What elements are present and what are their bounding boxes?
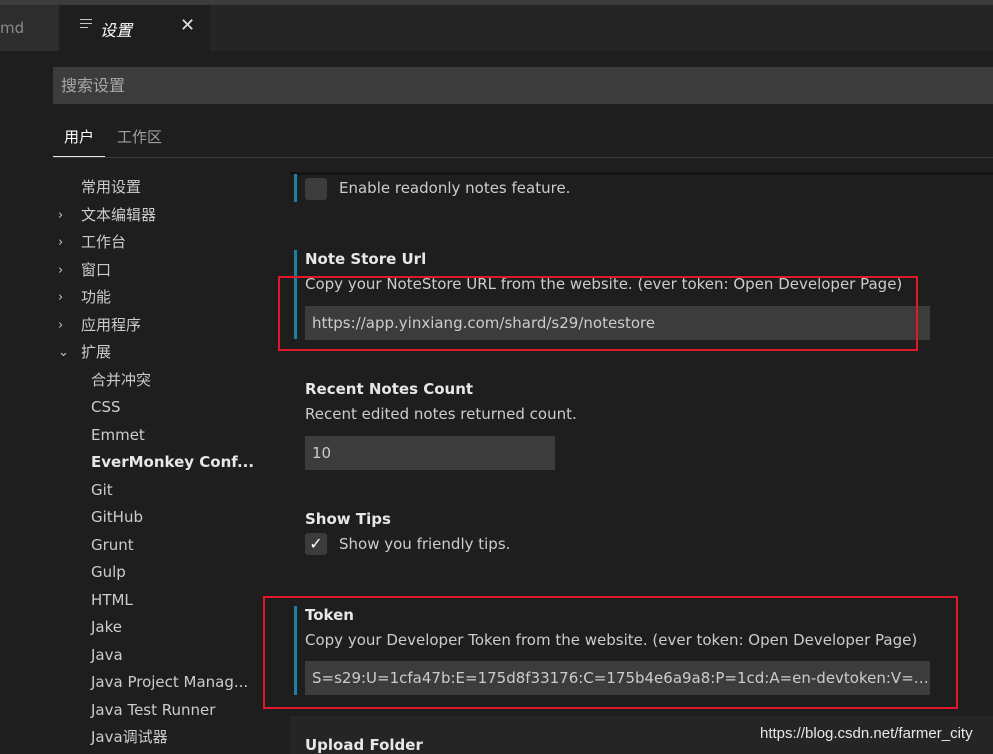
watermark: https://blog.csdn.net/farmer_city: [760, 725, 973, 742]
toc-item-html[interactable]: HTML: [58, 587, 258, 615]
chevron-right-icon: ›: [58, 207, 64, 223]
toc-item-java[interactable]: Java: [58, 642, 258, 670]
toc-item-features[interactable]: › 功能: [58, 284, 258, 312]
recent-notes-count-title: Recent Notes Count: [305, 380, 474, 398]
toc-item-grunt[interactable]: Grunt: [58, 532, 258, 560]
chevron-down-icon: ⌄: [58, 345, 69, 360]
note-store-url-title: Note Store Url: [305, 250, 427, 268]
chevron-right-icon: ›: [58, 235, 64, 250]
tab-previous-file[interactable]: md: [0, 5, 58, 51]
toc-item-application[interactable]: › 应用程序: [58, 312, 258, 340]
toc-item-java-debugger[interactable]: Java调试器: [58, 724, 258, 752]
toc-item-java-test-runner[interactable]: Java Test Runner: [58, 697, 258, 725]
toc-item-emmet[interactable]: Emmet: [58, 422, 258, 450]
toc-label: 文本编辑器: [81, 205, 157, 224]
toc-label: 窗口: [81, 260, 112, 279]
toc-item-merge-conflict[interactable]: 合并冲突: [58, 367, 258, 395]
toc-item-window[interactable]: › 窗口: [58, 257, 258, 285]
toc-label: 工作台: [81, 233, 127, 251]
upload-folder-title: Upload Folder: [305, 736, 423, 754]
toc-item-evermonkey[interactable]: EverMonkey Conf...: [58, 449, 258, 477]
tab-workspace-scope[interactable]: 工作区: [117, 118, 162, 156]
tab-settings[interactable]: 设置 ✕: [60, 5, 210, 51]
toc-item-common[interactable]: 常用设置: [58, 174, 258, 202]
recent-notes-count-input[interactable]: 10: [305, 436, 555, 470]
toc-item-extensions[interactable]: ⌄ 扩展: [58, 339, 258, 367]
readonly-notes-label: Enable readonly notes feature.: [339, 179, 571, 197]
toc-item-workbench[interactable]: › 工作台: [58, 229, 258, 257]
search-settings-input[interactable]: [53, 67, 993, 104]
tab-settings-label: 设置: [100, 21, 133, 40]
settings-toc: 常用设置 › 文本编辑器 › 工作台 › 窗口 › 功能 › 应用程序 ⌄ 扩展 合并冲突 …: [58, 174, 258, 752]
toc-label: 扩展: [81, 343, 112, 361]
show-tips-title: Show Tips: [305, 510, 391, 528]
toc-item-java-project-manager[interactable]: Java Project Manag...: [58, 669, 258, 697]
settings-file-icon: [80, 19, 92, 31]
show-tips-checkbox[interactable]: ✓: [305, 533, 327, 555]
highlight-box: [278, 276, 918, 351]
show-tips-label: Show you friendly tips.: [339, 535, 511, 553]
recent-notes-count-description: Recent edited notes returned count.: [305, 405, 577, 423]
chevron-right-icon: ›: [58, 262, 64, 278]
toc-item-git[interactable]: Git: [58, 477, 258, 505]
toc-label: 应用程序: [81, 315, 142, 334]
toc-item-css[interactable]: CSS: [58, 394, 258, 422]
toc-label: 功能: [81, 288, 112, 306]
toc-label: 常用设置: [81, 178, 142, 196]
readonly-notes-checkbox[interactable]: [305, 178, 327, 200]
tab-previous-label: md: [0, 19, 25, 37]
toc-item-text-editor[interactable]: › 文本编辑器: [58, 202, 258, 230]
chevron-right-icon: ›: [58, 317, 64, 333]
chevron-right-icon: ›: [58, 290, 64, 305]
toc-item-github[interactable]: GitHub: [58, 504, 258, 532]
highlight-box: [263, 596, 958, 709]
close-icon[interactable]: ✕: [180, 15, 195, 36]
toc-item-jake[interactable]: Jake: [58, 614, 258, 642]
tab-user-scope[interactable]: 用户: [53, 118, 105, 157]
toc-item-gulp[interactable]: Gulp: [58, 559, 258, 587]
modified-indicator: [294, 174, 297, 202]
scope-divider: [53, 157, 993, 158]
settings-scroll-shadow: [290, 172, 993, 175]
